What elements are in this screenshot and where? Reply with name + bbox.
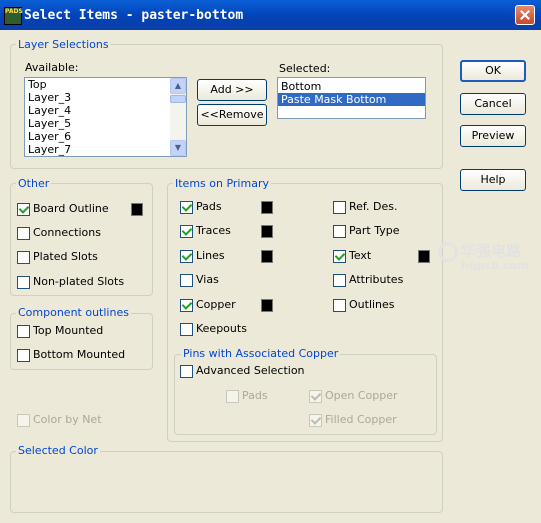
- selected-color-group: [10, 451, 443, 513]
- title-bar: PADS Select Items - paster-bottom: [0, 0, 541, 30]
- board-outline-color-swatch[interactable]: [131, 203, 143, 216]
- bottom-mounted-label: Bottom Mounted: [33, 348, 126, 361]
- open-copper-checkbox[interactable]: [309, 390, 322, 403]
- copper-label: Copper: [196, 298, 236, 311]
- traces-checkbox[interactable]: [180, 225, 193, 238]
- text-checkbox[interactable]: [333, 250, 346, 263]
- connections-checkbox[interactable]: [17, 227, 30, 240]
- watermark-cn-text: 华强电路: [461, 242, 522, 260]
- available-label: Available:: [25, 61, 79, 74]
- keepouts-checkbox[interactable]: [180, 323, 193, 336]
- bottom-mounted-checkbox[interactable]: [17, 349, 30, 362]
- filled-copper-label: Filled Copper: [325, 413, 397, 426]
- open-copper-label: Open Copper: [325, 389, 398, 402]
- pads-label: Pads: [196, 200, 222, 213]
- ref-des-label: Ref. Des.: [349, 200, 398, 213]
- available-item-layer7[interactable]: Layer_7: [25, 143, 186, 156]
- text-color-swatch[interactable]: [418, 250, 430, 263]
- component-outlines-legend: Component outlines: [16, 306, 131, 319]
- other-legend: Other: [16, 177, 52, 190]
- close-icon[interactable]: [515, 5, 535, 25]
- scroll-up-icon[interactable]: ▲: [170, 78, 186, 94]
- part-type-label: Part Type: [349, 224, 400, 237]
- items-on-primary-legend: Items on Primary: [173, 177, 271, 190]
- available-item-layer5[interactable]: Layer_5: [25, 117, 186, 130]
- plated-slots-label: Plated Slots: [33, 250, 98, 263]
- window-title: Select Items - paster-bottom: [24, 8, 244, 23]
- lines-checkbox[interactable]: [180, 250, 193, 263]
- assoc-pads-checkbox[interactable]: [226, 390, 239, 403]
- pads-app-icon: PADS: [4, 7, 23, 25]
- non-plated-slots-label: Non-plated Slots: [33, 275, 125, 288]
- filled-copper-checkbox[interactable]: [309, 414, 322, 427]
- attributes-checkbox[interactable]: [333, 274, 346, 287]
- assoc-pads-label: Pads: [242, 389, 268, 402]
- copper-color-swatch[interactable]: [261, 299, 273, 312]
- keepouts-label: Keepouts: [196, 322, 247, 335]
- non-plated-slots-checkbox[interactable]: [17, 276, 30, 289]
- available-item-layer6[interactable]: Layer_6: [25, 130, 186, 143]
- cancel-button[interactable]: Cancel: [460, 93, 526, 115]
- board-outline-label: Board Outline: [33, 202, 109, 215]
- available-listbox[interactable]: Top Layer_3 Layer_4 Layer_5 Layer_6 Laye…: [24, 77, 187, 157]
- color-by-net-checkbox[interactable]: [17, 414, 30, 427]
- selected-listbox[interactable]: Bottom Paste Mask Bottom: [277, 77, 426, 119]
- vias-checkbox[interactable]: [180, 274, 193, 287]
- ref-des-checkbox[interactable]: [333, 201, 346, 214]
- traces-color-swatch[interactable]: [261, 225, 273, 238]
- connections-label: Connections: [33, 226, 101, 239]
- selected-label: Selected:: [279, 62, 331, 75]
- copper-checkbox[interactable]: [180, 299, 193, 312]
- remove-button[interactable]: <<Remove: [197, 104, 267, 126]
- preview-button[interactable]: Preview: [460, 125, 526, 147]
- top-mounted-label: Top Mounted: [33, 324, 104, 337]
- selected-item-bottom[interactable]: Bottom: [278, 80, 425, 93]
- outlines-checkbox[interactable]: [333, 299, 346, 312]
- vias-label: Vias: [196, 273, 219, 286]
- available-item-layer4[interactable]: Layer_4: [25, 104, 186, 117]
- component-outlines-group: [10, 313, 153, 370]
- top-mounted-checkbox[interactable]: [17, 325, 30, 338]
- part-type-checkbox[interactable]: [333, 225, 346, 238]
- pins-assoc-legend: Pins with Associated Copper: [181, 347, 341, 360]
- available-scrollbar[interactable]: ▲ ▼: [170, 78, 186, 156]
- lines-label: Lines: [196, 249, 225, 262]
- available-item-top[interactable]: Top: [25, 78, 186, 91]
- board-outline-checkbox[interactable]: [17, 203, 30, 216]
- available-item-layer3[interactable]: Layer_3: [25, 91, 186, 104]
- attributes-label: Attributes: [349, 273, 404, 286]
- site-watermark: 华强电路 hqpcb.com: [438, 240, 538, 276]
- selected-color-legend: Selected Color: [16, 444, 100, 457]
- plated-slots-checkbox[interactable]: [17, 251, 30, 264]
- pads-color-swatch[interactable]: [261, 201, 273, 214]
- selected-item-paste-mask-bottom[interactable]: Paste Mask Bottom: [278, 93, 425, 106]
- scroll-down-icon[interactable]: ▼: [170, 140, 186, 156]
- watermark-url-text: hqpcb.com: [461, 259, 529, 272]
- traces-label: Traces: [196, 224, 231, 237]
- add-button[interactable]: Add >>: [197, 79, 267, 101]
- lines-color-swatch[interactable]: [261, 250, 273, 263]
- pads-checkbox[interactable]: [180, 201, 193, 214]
- watermark-logo-icon: [438, 242, 458, 262]
- scroll-thumb[interactable]: [170, 95, 186, 103]
- text-label: Text: [349, 249, 372, 262]
- advanced-selection-label: Advanced Selection: [196, 364, 305, 377]
- advanced-selection-checkbox[interactable]: [180, 365, 193, 378]
- layer-selections-legend: Layer Selections: [16, 38, 111, 51]
- ok-button[interactable]: OK: [460, 60, 526, 82]
- outlines-label: Outlines: [349, 298, 395, 311]
- color-by-net-label: Color by Net: [33, 413, 102, 426]
- help-button[interactable]: Help: [460, 169, 526, 191]
